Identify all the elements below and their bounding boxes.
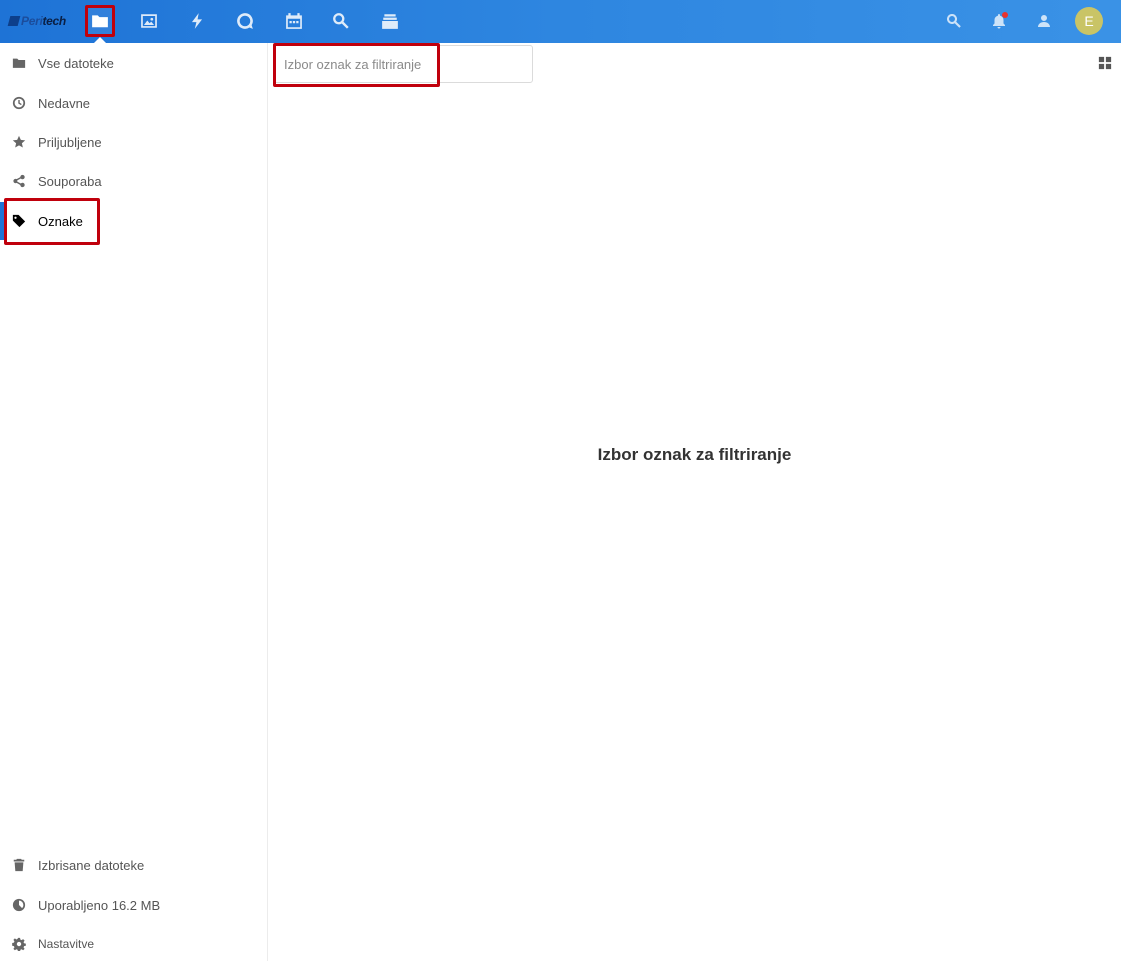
empty-content-message: Izbor oznak za filtriranje — [597, 445, 792, 464]
calendar-icon[interactable] — [279, 6, 309, 36]
sidebar-item-settings[interactable]: Nastavitve — [0, 925, 267, 963]
sidebar-item-label: Nastavitve — [38, 937, 95, 951]
clock-icon — [12, 96, 26, 110]
sidebar-item-all-files[interactable]: Vse datoteke — [0, 44, 267, 82]
sidebar-item-shares[interactable]: Souporaba — [0, 162, 267, 200]
search-app-icon[interactable] — [326, 6, 356, 36]
sidebar-item-label: Nedavne — [38, 95, 91, 111]
app-content: Izbor oznak za filtriranje — [268, 43, 1121, 961]
app-navigation: Vse datoteke Nedavne Priljubljene Soupor… — [0, 43, 268, 961]
sidebar-item-label: Izbrisane datoteke — [38, 857, 145, 873]
contacts-icon[interactable] — [1032, 9, 1056, 33]
share-icon — [12, 174, 26, 188]
sidebar-item-favorites[interactable]: Priljubljene — [0, 123, 267, 161]
gallery-icon[interactable] — [134, 6, 164, 36]
logo-text: Peritech — [21, 14, 66, 28]
sidebar-item-label: Uporabljeno 16.2 MB — [38, 897, 161, 913]
files-icon[interactable] — [85, 6, 115, 36]
folder-icon — [12, 56, 26, 70]
quota-icon — [12, 898, 26, 912]
sidebar-item-label: Priljubljene — [38, 134, 102, 150]
logo-mark — [7, 16, 21, 26]
deck-icon[interactable] — [375, 6, 405, 36]
tags-highlight — [4, 198, 100, 245]
sidebar-item-label: Vse datoteke — [38, 55, 114, 71]
user-avatar[interactable]: E — [1075, 7, 1103, 35]
activity-icon[interactable] — [182, 6, 212, 36]
sidebar-item-label: Souporaba — [38, 173, 102, 189]
talk-icon[interactable] — [230, 6, 260, 36]
sidebar-item-deleted-files[interactable]: Izbrisane datoteke — [0, 846, 267, 884]
grid-view-icon[interactable] — [1097, 55, 1113, 71]
notification-dot — [1002, 12, 1008, 18]
notifications-bell-icon[interactable] — [987, 9, 1011, 33]
sidebar-item-recent[interactable]: Nedavne — [0, 84, 267, 122]
sidebar-item-quota[interactable]: Uporabljeno 16.2 MB — [0, 886, 267, 924]
peritech-logo[interactable]: Peritech — [7, 13, 67, 29]
trash-icon — [12, 858, 26, 872]
star-icon — [12, 135, 26, 149]
search-icon[interactable] — [942, 9, 966, 33]
top-header: Peritech E — [0, 0, 1121, 43]
tag-filter-input[interactable] — [273, 45, 533, 83]
gear-icon — [12, 937, 26, 951]
